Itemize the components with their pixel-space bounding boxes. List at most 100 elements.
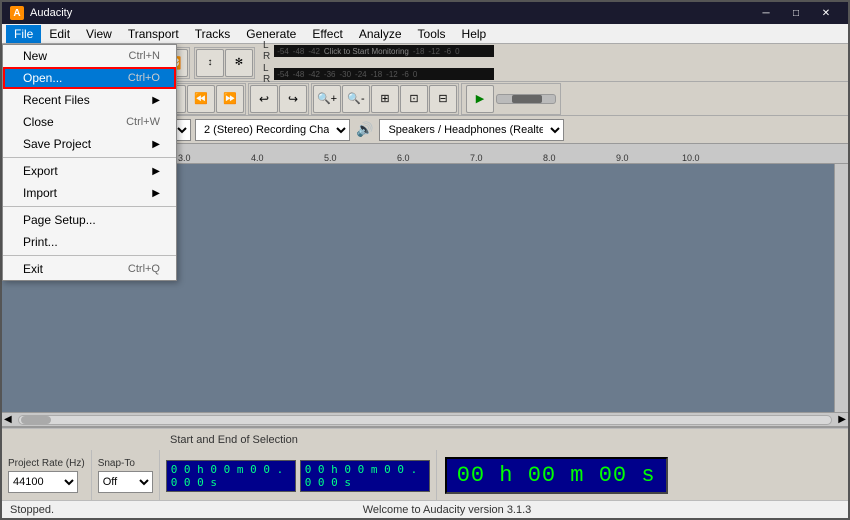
snap-to-section: Snap-To Off — [92, 450, 160, 500]
undo-btn[interactable]: ↩ — [250, 85, 278, 113]
menu-item-pagesetup[interactable]: Page Setup... — [3, 209, 176, 231]
rewind-btn[interactable]: ⏪ — [187, 85, 215, 113]
open-shortcut: Ctrl+O — [128, 72, 160, 84]
menu-item-import[interactable]: Import ▶ — [3, 182, 176, 204]
zoom-in-btn[interactable]: 🔍+ — [313, 85, 341, 113]
ruler-tick-8: 8.0 — [543, 153, 556, 163]
selection-label-row: Start and End of Selection — [2, 428, 848, 450]
input-vu-bar-top[interactable]: -54-48-42 Click to Start Monitoring -18-… — [274, 45, 494, 57]
import-label: Import — [23, 186, 57, 200]
new-label: New — [23, 49, 47, 63]
app-icon: A — [10, 6, 24, 20]
exit-label: Exit — [23, 262, 43, 276]
open-label: Open... — [23, 71, 62, 85]
click-monitoring-label[interactable]: Click to Start Monitoring — [324, 47, 409, 56]
welcome-message: Welcome to Audacity version 3.1.3 — [54, 504, 840, 516]
pagesetup-label: Page Setup... — [23, 213, 96, 227]
save-arrow: ▶ — [152, 139, 160, 150]
menu-item-new[interactable]: New Ctrl+N — [3, 45, 176, 67]
menu-tools[interactable]: Tools — [410, 25, 454, 43]
input-vu-section: LR -54-48-42 Click to Start Monitoring -… — [263, 40, 494, 85]
scroll-right-btn[interactable]: ▶ — [836, 414, 848, 425]
stopped-label: Stopped. — [10, 504, 54, 516]
import-arrow: ▶ — [152, 188, 160, 199]
project-rate-label: Project Rate (Hz) — [8, 458, 85, 469]
export-label: Export — [23, 164, 58, 178]
minimize-button[interactable]: ─ — [752, 2, 780, 24]
ruler-tick-7: 7.0 — [470, 153, 483, 163]
ruler-tick-6: 6.0 — [397, 153, 410, 163]
scroll-track[interactable] — [18, 415, 833, 425]
menu-transport[interactable]: Transport — [120, 25, 187, 43]
selection-label: Start and End of Selection — [170, 434, 298, 446]
speed-slider[interactable] — [496, 94, 556, 104]
snap-to-label: Snap-To — [98, 458, 153, 469]
bottom-controls-row: Project Rate (Hz) 44100 Snap-To Off — [2, 450, 848, 500]
close-shortcut: Ctrl+W — [126, 116, 160, 128]
output-select[interactable]: Speakers / Headphones (Realtek — [379, 119, 564, 141]
close-button[interactable]: ✕ — [812, 2, 840, 24]
time-inputs: 0 0 h 0 0 m 0 0 . 0 0 0 s 0 0 h 0 0 m 0 … — [166, 460, 430, 492]
horizontal-scrollbar[interactable]: ◀ ▶ — [2, 412, 848, 426]
speaker-icon: 🔊 — [356, 121, 373, 138]
window-title: Audacity — [30, 7, 72, 19]
snap-to-select[interactable]: Off — [98, 471, 153, 493]
menu-item-exit[interactable]: Exit Ctrl+Q — [3, 258, 176, 280]
sep-1 — [3, 157, 176, 158]
menu-file[interactable]: File — [6, 25, 41, 43]
app-window: A Audacity ─ □ ✕ File Edit View Transpor… — [0, 0, 850, 520]
scroll-left-btn[interactable]: ◀ — [2, 414, 14, 425]
title-bar-controls: ─ □ ✕ — [752, 2, 840, 24]
play-speed-btn[interactable]: ▶ — [466, 85, 494, 113]
lr-label-top: LR — [263, 40, 270, 62]
ruler-tick-4: 4.0 — [251, 153, 264, 163]
envelope-tool-btn[interactable]: ✻ — [225, 49, 253, 77]
menu-edit[interactable]: Edit — [41, 25, 78, 43]
zoom-out-btn[interactable]: 🔍- — [342, 85, 370, 113]
output-vu-bar[interactable]: -54-48-42-36-30-24-18-12-60 — [274, 68, 494, 80]
menu-item-close[interactable]: Close Ctrl+W — [3, 111, 176, 133]
menu-item-open[interactable]: Open... Ctrl+O — [3, 67, 176, 89]
new-shortcut: Ctrl+N — [129, 50, 160, 62]
zoom-fit2-btn[interactable]: ⊟ — [429, 85, 457, 113]
big-time-section: 00 h 00 m 00 s — [437, 455, 676, 496]
save-label: Save Project — [23, 137, 91, 151]
ruler-tick-9: 9.0 — [616, 153, 629, 163]
print-label: Print... — [23, 235, 58, 249]
cursor-tool-btn[interactable]: ↕ — [196, 49, 224, 77]
ruler-tick-10: 10.0 — [682, 153, 700, 163]
menu-effect[interactable]: Effect — [304, 25, 350, 43]
time-end-input[interactable]: 0 0 h 0 0 m 0 0 . 0 0 0 s — [300, 460, 430, 492]
export-arrow: ▶ — [152, 166, 160, 177]
zoom-group: 🔍+ 🔍- ⊞ ⊡ ⊟ — [311, 83, 459, 115]
redo-btn[interactable]: ↪ — [279, 85, 307, 113]
menu-tracks[interactable]: Tracks — [187, 25, 239, 43]
channels-select[interactable]: 2 (Stereo) Recording Chann — [195, 119, 350, 141]
file-dropdown-menu: New Ctrl+N Open... Ctrl+O Recent Files ▶… — [2, 44, 177, 281]
menu-analyze[interactable]: Analyze — [351, 25, 410, 43]
fastfwd-btn[interactable]: ⏩ — [216, 85, 244, 113]
recent-arrow: ▶ — [152, 95, 160, 106]
time-inputs-section: 0 0 h 0 0 m 0 0 . 0 0 0 s 0 0 h 0 0 m 0 … — [160, 450, 437, 500]
exit-shortcut: Ctrl+Q — [128, 263, 160, 275]
menu-generate[interactable]: Generate — [238, 25, 304, 43]
menu-view[interactable]: View — [78, 25, 120, 43]
menu-help[interactable]: Help — [454, 25, 495, 43]
title-bar: A Audacity ─ □ ✕ — [2, 2, 848, 24]
scroll-thumb — [21, 416, 51, 424]
menu-item-save[interactable]: Save Project ▶ — [3, 133, 176, 155]
project-rate-select[interactable]: 44100 — [8, 471, 78, 493]
recent-label: Recent Files — [23, 93, 90, 107]
undo-group: ↩ ↪ — [248, 83, 309, 115]
menu-item-recent[interactable]: Recent Files ▶ — [3, 89, 176, 111]
menu-item-print[interactable]: Print... — [3, 231, 176, 253]
time-start-input[interactable]: 0 0 h 0 0 m 0 0 . 0 0 0 s — [166, 460, 296, 492]
edit-group: ↕ ✻ — [194, 47, 255, 79]
sep-2 — [3, 206, 176, 207]
maximize-button[interactable]: □ — [782, 2, 810, 24]
zoom-fit-btn[interactable]: ⊡ — [400, 85, 428, 113]
speed-group: ▶ — [461, 83, 561, 115]
menu-item-export[interactable]: Export ▶ — [3, 160, 176, 182]
right-scrollbar[interactable] — [834, 164, 848, 412]
zoom-sel-btn[interactable]: ⊞ — [371, 85, 399, 113]
